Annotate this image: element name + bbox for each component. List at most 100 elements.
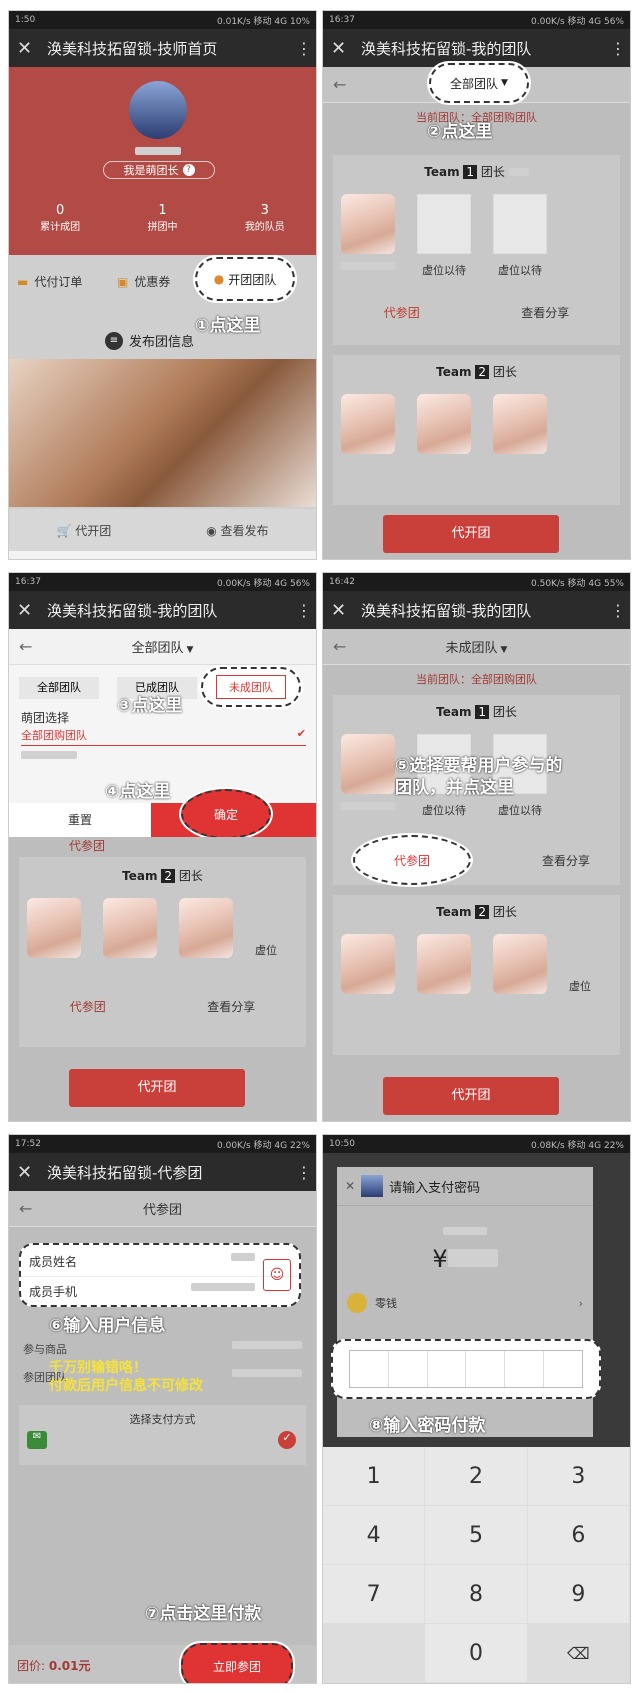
team-prefix: Team [436,365,472,379]
open-on-behalf-button[interactable]: 代开团 [383,1077,559,1115]
join-on-behalf-button[interactable]: 代参团 [69,837,105,854]
leader-badge[interactable]: 我是萌团长 ? [103,161,215,179]
filter-dropdown[interactable]: 全部团队 ▼ [43,637,282,656]
back-arrow-icon[interactable]: ← [333,75,357,94]
leader-label: 团长 [492,705,517,719]
close-icon[interactable]: ✕ [17,600,47,621]
view-published-button[interactable]: ◉ 查看发布 [206,522,268,539]
team-card-2: Team 2 团长 虚位 [333,895,620,1055]
warning-text: 千万别输错咯！ 付款后用户信息不可修改 [49,1359,203,1395]
key-8[interactable]: 8 [425,1565,528,1624]
view-share-button[interactable]: 查看分享 [521,304,569,321]
filter-dropdown[interactable]: 未成团队 ▼ [357,637,596,656]
view-share-button[interactable]: 查看分享 [207,998,255,1015]
key-5[interactable]: 5 [425,1506,528,1565]
product-row[interactable]: 参与商品 [23,1341,302,1357]
payment-method: 选择支付方式 ✉ ✓ [19,1405,306,1465]
avatar [361,1175,384,1197]
password-input-highlight [331,1339,601,1399]
status-bar: 16:42 0.50K/s 移动 4G 55% [323,573,630,591]
password-input[interactable] [349,1350,583,1388]
phone-field[interactable] [191,1283,255,1291]
filter-dropdown[interactable]: 全部团队 ▼ [429,63,529,103]
status-time: 1:50 [15,15,36,25]
join-now-button[interactable]: 立即参团 [181,1643,293,1683]
payment-source[interactable]: 零钱 › [337,1293,593,1313]
callout-step-1: ①点这里 [195,316,261,336]
key-7[interactable]: 7 [323,1565,426,1624]
key-3[interactable]: 3 [527,1447,630,1506]
back-arrow-icon[interactable]: ← [333,637,357,656]
key-1[interactable]: 1 [323,1447,426,1506]
coupon[interactable]: ▣ 优惠券 [117,273,170,290]
back-arrow-icon[interactable]: ← [19,637,43,656]
status-carrier: 移动 4G [253,16,288,27]
tab-all-teams[interactable]: 全部团队 [19,677,99,699]
name-field[interactable] [231,1253,255,1261]
close-icon[interactable]: ✕ [331,38,361,59]
warning-line-2: 付款后用户信息不可修改 [49,1378,203,1394]
help-icon[interactable]: ? [182,164,195,176]
team-actions: 代参团 查看分享 [333,304,620,321]
publish-info[interactable]: ≡ 发布团信息 [105,331,194,350]
group-option-blurred[interactable] [21,751,77,759]
open-on-behalf-button[interactable]: 代开团 [69,1069,245,1107]
status-carrier: 移动 4G [567,1140,602,1151]
stat-members: 3 我的队员 [214,203,316,233]
backspace-icon[interactable]: ⌫ [527,1624,630,1683]
close-icon[interactable]: ✕ [345,1179,355,1193]
wechat-pay-icon[interactable]: ✉ [27,1431,47,1449]
contacts-icon[interactable]: ☺ [263,1259,291,1291]
key-6[interactable]: 6 [527,1506,630,1565]
join-on-behalf-button[interactable]: 代参团 [384,304,420,321]
vacant-slot [493,194,547,254]
avatar [129,81,187,139]
close-icon[interactable]: ✕ [17,1162,47,1183]
coin-icon [347,1293,367,1313]
current-team-label: 当前团队：全部团购团队 [416,673,537,686]
member-photo [341,934,395,994]
team-number: 2 [475,365,489,379]
confirm-button[interactable]: 确定 [181,789,271,839]
vacant-label: 虚位以待 [498,264,542,277]
open-team-button[interactable]: ● 开团团队 [195,257,295,301]
join-on-behalf-button[interactable]: 代参团 [70,998,106,1015]
document-icon: ≡ [105,331,123,350]
close-icon[interactable]: ✕ [331,600,361,621]
user-name-blurred [135,147,181,155]
member-photo [493,394,547,454]
join-on-behalf-button[interactable]: 代参团 [353,835,471,885]
close-icon[interactable]: ✕ [17,38,47,59]
daipay-orders[interactable]: ▬ 代付订单 [17,273,82,290]
key-0[interactable]: 0 [425,1624,528,1683]
publish-label: 发布团信息 [129,335,195,350]
more-icon[interactable]: ⋮ [610,601,626,620]
checkmark-icon: ✔ [296,727,306,740]
stat-ongoing: 1 拼团中 [111,203,213,233]
key-4[interactable]: 4 [323,1506,426,1565]
open-on-behalf-button[interactable]: 🛒 代开团 [56,522,111,539]
team-actions: 代参团 查看分享 [19,998,306,1015]
more-icon[interactable]: ⋮ [296,39,312,58]
status-carrier: 移动 4G [253,578,288,589]
back-arrow-icon[interactable]: ← [19,1199,43,1218]
tab-incomplete-teams-highlight[interactable]: 未成团队 [201,667,301,707]
more-icon[interactable]: ⋮ [296,1163,312,1182]
key-2[interactable]: 2 [425,1447,528,1506]
tab-incomplete-teams[interactable]: 未成团队 [216,675,286,699]
open-on-behalf-button[interactable]: 代开团 [383,515,559,553]
page-title: 涣美科技拓留锁-我的团队 [47,601,218,620]
status-battery: 22% [289,1140,310,1151]
status-speed: 0.08K/s [531,1140,565,1151]
key-9[interactable]: 9 [527,1565,630,1624]
group-select-label: 萌团选择 [21,711,70,725]
callout-step-5: ⑤选择要帮用户参与的 团队，并点这里 [395,756,563,798]
more-icon[interactable]: ⋮ [610,39,626,58]
selected-check-icon[interactable]: ✓ [278,1431,296,1449]
reset-button[interactable]: 重置 [9,803,151,837]
team-prefix: Team [436,705,472,719]
order-icon: ▬ [17,274,29,289]
more-icon[interactable]: ⋮ [296,601,312,620]
group-option-selected[interactable]: 全部团购团队 ✔ [21,727,306,746]
member-photo [341,194,395,254]
